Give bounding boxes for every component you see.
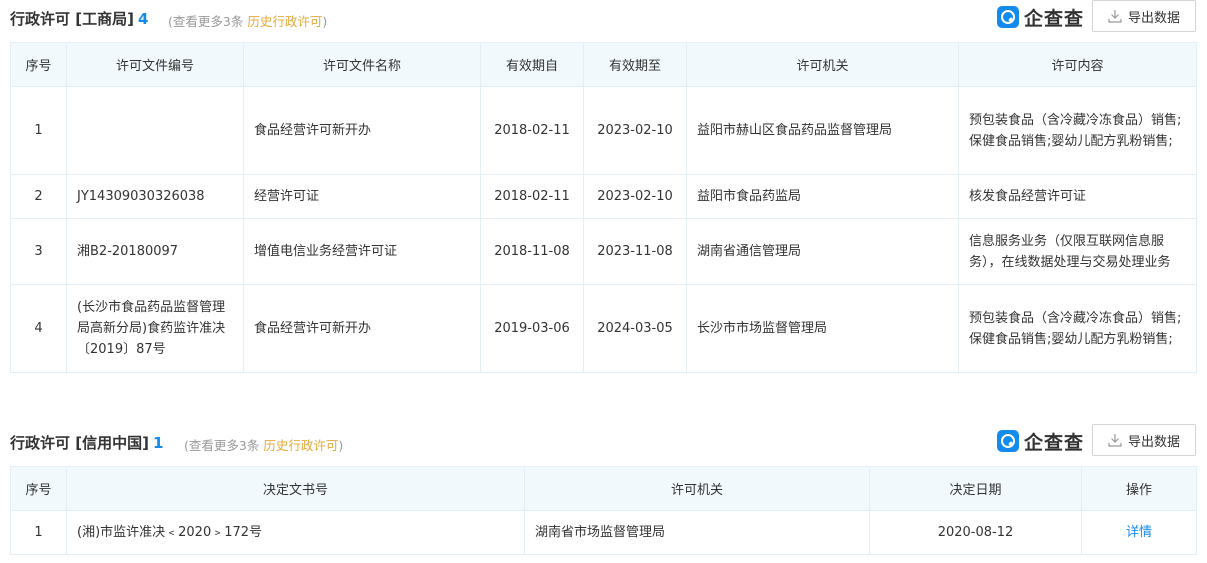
download-icon [1108, 10, 1122, 23]
table-row: 1 食品经营许可新开办 2018-02-11 2023-02-10 益阳市赫山区… [10, 86, 1197, 175]
cell-authority: 益阳市赫山区食品药品监督管理局 [686, 86, 959, 175]
cell-valid-to: 2023-02-10 [583, 174, 687, 219]
export-data-label: 导出数据 [1127, 10, 1180, 26]
table-row: 1 (湘)市监许准决﹤2020﹥172号 湖南省市场监督管理局 2020-08-… [10, 510, 1197, 555]
cell-valid-to: 2023-02-10 [583, 86, 687, 175]
cell-doc-no: (长沙市食品药品监督管理局高新分局)食药监许准决〔2019〕87号 [66, 284, 244, 373]
more-note: (查看更多3条 历史行政许可) [168, 11, 327, 30]
col-header-doc-no: 许可文件编号 [66, 42, 244, 87]
cell-content: 核发食品经营许可证 [958, 174, 1197, 219]
license-table: 序号 许可文件编号 许可文件名称 有效期自 有效期至 许可机关 许可内容 1 食… [10, 42, 1197, 373]
col-header-valid-to: 有效期至 [583, 42, 687, 87]
cell-authority: 湖南省市场监督管理局 [524, 510, 870, 555]
cell-authority: 益阳市食品药监局 [686, 174, 959, 219]
more-note-suffix: ) [338, 438, 344, 453]
col-header-content: 许可内容 [958, 42, 1197, 87]
table-header-row: 序号 许可文件编号 许可文件名称 有效期自 有效期至 许可机关 许可内容 [10, 42, 1197, 87]
cell-content: 预包装食品（含冷藏冷冻食品）销售;保健食品销售;婴幼儿配方乳粉销售; [958, 86, 1197, 175]
export-data-button[interactable]: 导出数据 [1092, 424, 1196, 456]
section-credit-china: 行政许可 [信用中国] 1 (查看更多3条 历史行政许可) 企查查 导出数据 序号… [10, 424, 1197, 555]
cell-no: 1 [10, 86, 67, 175]
section-count: 1 [152, 434, 164, 452]
col-header-doc-name: 许可文件名称 [243, 42, 481, 87]
section-count: 4 [137, 10, 149, 28]
cell-doc-name: 经营许可证 [243, 174, 481, 219]
cell-content: 预包装食品（含冷藏冷冻食品）销售;保健食品销售;婴幼儿配方乳粉销售; [958, 284, 1197, 373]
cell-doc-no [66, 86, 244, 175]
cell-authority: 湖南省通信管理局 [686, 218, 959, 285]
table-row: 3 湘B2-20180097 增值电信业务经营许可证 2018-11-08 20… [10, 218, 1197, 285]
cell-no: 2 [10, 174, 67, 219]
qichacha-logo-icon [996, 430, 1019, 452]
section-title-text: 行政许可 [信用中国] [10, 434, 149, 452]
col-header-valid-from: 有效期自 [480, 42, 584, 87]
cell-valid-from: 2019-03-06 [480, 284, 584, 373]
cell-valid-from: 2018-02-11 [480, 174, 584, 219]
brand-text: 企查查 [1023, 431, 1084, 454]
section-title: 行政许可 [信用中国] 1 [10, 432, 163, 453]
export-data-button[interactable]: 导出数据 [1092, 0, 1196, 32]
more-note: (查看更多3条 历史行政许可) [184, 435, 343, 454]
col-header-decision-no: 决定文书号 [66, 466, 525, 511]
credit-license-table: 序号 决定文书号 许可机关 决定日期 操作 1 (湘)市监许准决﹤2020﹥17… [10, 466, 1197, 555]
section-title: 行政许可 [工商局] 4 [10, 8, 148, 29]
col-header-authority: 许可机关 [524, 466, 870, 511]
col-header-no: 序号 [10, 466, 67, 511]
brand-text: 企查查 [1023, 7, 1084, 30]
cell-doc-name: 食品经营许可新开办 [243, 86, 481, 175]
cell-valid-from: 2018-11-08 [480, 218, 584, 285]
cell-no: 1 [10, 510, 67, 555]
cell-valid-to: 2024-03-05 [583, 284, 687, 373]
col-header-action: 操作 [1081, 466, 1197, 511]
cell-valid-from: 2018-02-11 [480, 86, 584, 175]
more-note-suffix: ) [322, 14, 328, 29]
more-note-prefix: (查看更多3条 [168, 14, 248, 29]
history-license-link[interactable]: 历史行政许可 [247, 14, 322, 29]
cell-content: 信息服务业务（仅限互联网信息服务），在线数据处理与交易处理业务 [958, 218, 1197, 285]
cell-no: 3 [10, 218, 67, 285]
cell-decision-date: 2020-08-12 [869, 510, 1082, 555]
cell-valid-to: 2023-11-08 [583, 218, 687, 285]
table-row: 2 JY14309030326038 经营许可证 2018-02-11 2023… [10, 174, 1197, 219]
details-link[interactable]: 详情 [1126, 525, 1152, 540]
qichacha-logo-icon [996, 6, 1019, 28]
section-business-license: 行政许可 [工商局] 4 (查看更多3条 历史行政许可) 企查查 导出数据 序号 … [10, 0, 1197, 373]
col-header-decision-date: 决定日期 [869, 466, 1082, 511]
cell-action: 详情 [1081, 510, 1197, 555]
qichacha-logo: 企查查 [996, 6, 1084, 30]
qichacha-logo: 企查查 [996, 430, 1084, 454]
col-header-no: 序号 [10, 42, 67, 87]
table-row: 4 (长沙市食品药品监督管理局高新分局)食药监许准决〔2019〕87号 食品经营… [10, 284, 1197, 373]
cell-decision-no: (湘)市监许准决﹤2020﹥172号 [66, 510, 525, 555]
cell-doc-no: 湘B2-20180097 [66, 218, 244, 285]
cell-no: 4 [10, 284, 67, 373]
more-note-prefix: (查看更多3条 [184, 438, 264, 453]
download-icon [1108, 434, 1122, 447]
section-title-text: 行政许可 [工商局] [10, 10, 134, 28]
cell-doc-name: 食品经营许可新开办 [243, 284, 481, 373]
col-header-authority: 许可机关 [686, 42, 959, 87]
cell-doc-no: JY14309030326038 [66, 174, 244, 219]
table-header-row: 序号 决定文书号 许可机关 决定日期 操作 [10, 466, 1197, 511]
section-header: 行政许可 [工商局] 4 (查看更多3条 历史行政许可) 企查查 导出数据 [10, 0, 1196, 42]
export-data-label: 导出数据 [1127, 434, 1180, 450]
cell-authority: 长沙市市场监督管理局 [686, 284, 959, 373]
cell-doc-name: 增值电信业务经营许可证 [243, 218, 481, 285]
history-license-link[interactable]: 历史行政许可 [263, 438, 338, 453]
section-header: 行政许可 [信用中国] 1 (查看更多3条 历史行政许可) 企查查 导出数据 [10, 424, 1196, 466]
